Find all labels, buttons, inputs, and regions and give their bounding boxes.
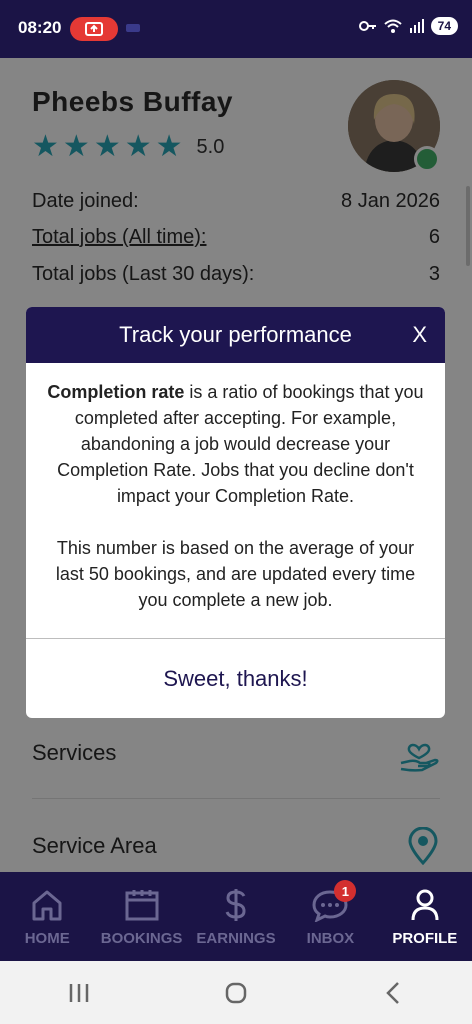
tab-home[interactable]: HOME [0,872,94,961]
home-icon [30,886,64,924]
modal-header: Track your performance X [26,307,445,363]
screen-record-icon [70,17,118,41]
modal-body: Completion rate is a ratio of bookings t… [26,363,445,613]
status-bar: 08:20 74 [0,0,472,58]
modal-paragraph-2: This number is based on the average of y… [55,538,416,610]
user-icon [410,886,440,924]
tab-label: INBOX [306,930,355,947]
notification-icon [126,24,140,32]
tab-earnings[interactable]: EARNINGS [189,872,283,961]
calendar-icon [124,886,160,924]
wifi-icon [383,19,402,33]
modal-title: Track your performance [119,322,352,347]
tab-profile[interactable]: PROFILE [378,872,472,961]
inbox-badge: 1 [334,880,357,902]
tab-inbox[interactable]: 1 INBOX [283,872,377,961]
home-circle-icon [225,982,247,1003]
status-icons: 74 [358,17,458,35]
tab-label: BOOKINGS [100,930,183,947]
system-navigation-bar [0,961,472,1024]
sweet-thanks-button[interactable]: Sweet, thanks! [26,639,445,718]
tab-label: PROFILE [392,930,458,947]
battery-indicator: 74 [430,17,458,35]
tab-label: EARNINGS [196,930,276,947]
tab-bookings[interactable]: BOOKINGS [94,872,188,961]
performance-modal: Track your performance X Completion rate… [26,307,445,718]
signal-icon [409,19,424,33]
modal-bold-lead: Completion rate [47,382,185,402]
recent-apps-icon [69,983,88,1002]
modal-paragraph-1: Completion rate is a ratio of bookings t… [42,379,429,509]
status-time: 08:20 [18,18,62,37]
key-icon [358,21,376,31]
recent-apps-button[interactable] [49,973,109,1013]
dollar-icon [223,886,249,924]
back-chevron-icon [386,981,400,1004]
tab-label: HOME [24,930,70,947]
home-button[interactable] [206,973,266,1013]
back-button[interactable] [363,973,423,1013]
bottom-tab-bar: HOME BOOKINGS EARNINGS 1 INBOX PROFILE [0,872,472,961]
modal-close-button[interactable]: X [412,322,427,348]
